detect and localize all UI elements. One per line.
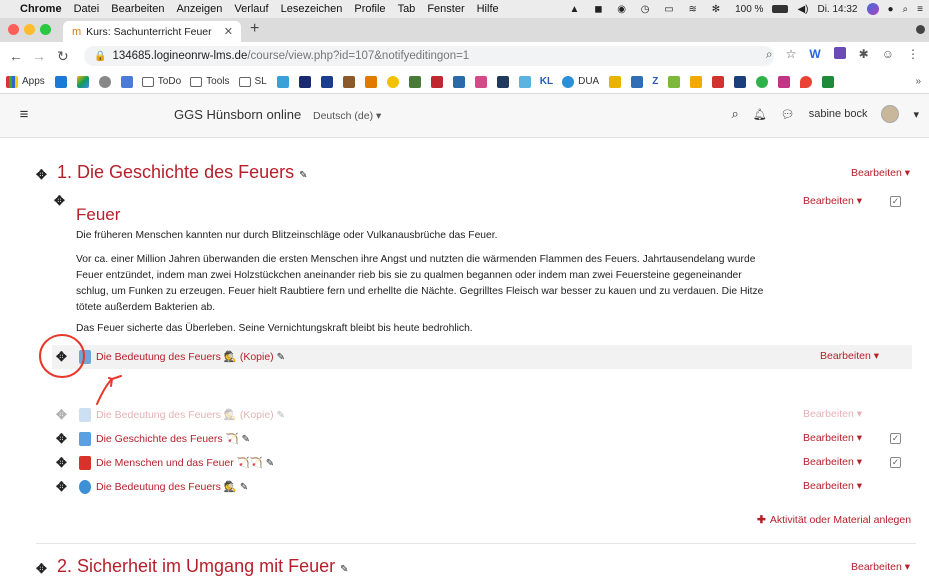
activity-name: Die Menschen und das Feuer 🏹🏹 xyxy=(96,457,263,469)
edit-pencil-icon[interactable]: ✎ xyxy=(242,434,250,445)
section-divider xyxy=(36,543,916,544)
book-icon xyxy=(79,456,91,470)
activity-link[interactable]: Die Bedeutung des Feuers 🕵 ✎ xyxy=(96,480,248,493)
annotation-overlay xyxy=(39,334,122,405)
add-activity-link[interactable]: ✚ Aktivität oder Material anlegen xyxy=(757,514,911,526)
activity-edit-menu[interactable]: Bearbeiten ▾ xyxy=(803,456,862,468)
page-icon xyxy=(79,408,91,422)
add-activity-label: Aktivität oder Material anlegen xyxy=(769,514,912,526)
activity-move-icon[interactable]: ✥ xyxy=(56,455,67,471)
activity-row-ghost: ✥ Die Bedeutung des Feuers 🕵 (Kopie) ✎ B… xyxy=(52,403,912,427)
section-2-title[interactable]: 2. Sicherheit im Umgang mit Feuer xyxy=(57,556,335,576)
section-move-icon[interactable]: ✥ xyxy=(36,561,47,577)
edit-pencil-icon: ✎ xyxy=(276,410,285,421)
section-2-edit-menu[interactable]: Bearbeiten ▾ xyxy=(851,561,910,573)
activity-name: Die Bedeutung des Feuers 🕵 (Kopie) xyxy=(96,409,274,421)
activity-link[interactable]: Die Menschen und das Feuer 🏹🏹 ✎ xyxy=(96,456,274,469)
completion-checkbox[interactable]: ✓ xyxy=(890,457,901,468)
activity-edit-menu: Bearbeiten ▾ xyxy=(803,408,862,420)
annotation-circle xyxy=(39,334,85,378)
edit-title-pencil-icon[interactable]: ✎ xyxy=(340,564,348,575)
activity-move-icon[interactable]: ✥ xyxy=(56,479,67,495)
activity-row[interactable]: ✥ Die Geschichte des Feuers 🏹 ✎ Bearbeit… xyxy=(52,427,912,451)
activity-link[interactable]: Die Geschichte des Feuers 🏹 ✎ xyxy=(96,432,250,445)
annotation-arrow xyxy=(96,375,122,405)
activity-move-icon[interactable]: ✥ xyxy=(56,431,67,447)
activity-link: Die Bedeutung des Feuers 🕵 (Kopie) ✎ xyxy=(96,408,285,421)
activity-name: Die Geschichte des Feuers 🏹 xyxy=(96,433,239,445)
edit-pencil-icon[interactable]: ✎ xyxy=(266,458,274,469)
section-2-heading: 2. Sicherheit im Umgang mit Feuer ✎ xyxy=(57,556,349,577)
activity-row[interactable]: ✥ Die Menschen und das Feuer 🏹🏹 ✎ Bearbe… xyxy=(52,451,912,475)
activity-name: Die Bedeutung des Feuers 🕵 xyxy=(96,481,237,493)
page-icon xyxy=(79,432,91,446)
activity-row[interactable]: ✥ Die Bedeutung des Feuers 🕵 ✎ Bearbeite… xyxy=(52,475,912,499)
activity-edit-menu[interactable]: Bearbeiten ▾ xyxy=(803,432,862,444)
plus-icon: ✚ xyxy=(757,514,766,526)
completion-checkbox[interactable]: ✓ xyxy=(890,433,901,444)
h5p-icon xyxy=(79,480,91,494)
activity-move-icon: ✥ xyxy=(56,407,67,422)
edit-pencil-icon[interactable]: ✎ xyxy=(240,482,248,493)
activity-edit-menu[interactable]: Bearbeiten ▾ xyxy=(803,480,862,492)
